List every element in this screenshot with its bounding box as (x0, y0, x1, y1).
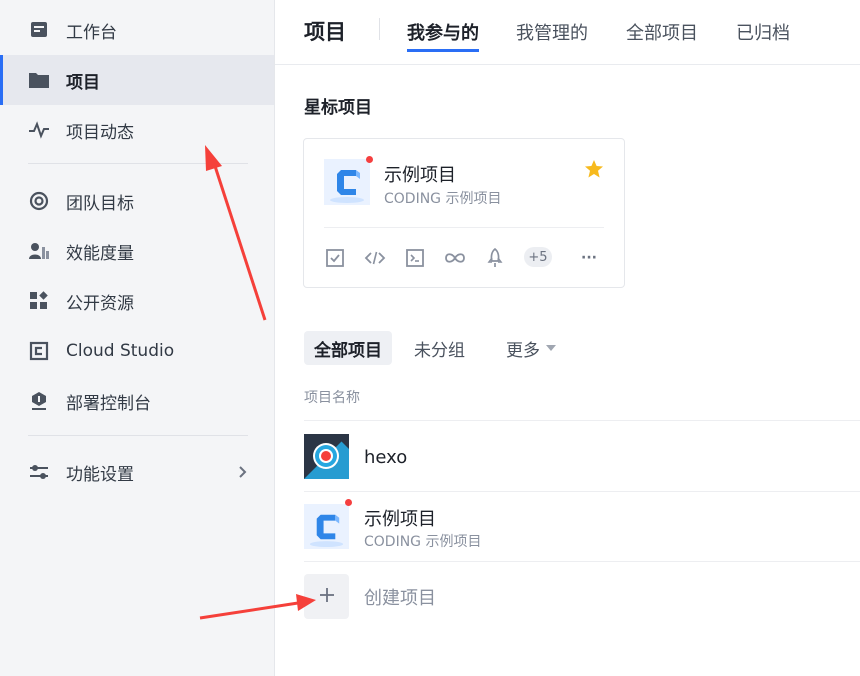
tab-all-projects[interactable]: 全部项目 (626, 19, 698, 45)
project-name[interactable]: 示例项目 (384, 161, 456, 187)
tab-participating[interactable]: 我参与的 (407, 19, 479, 52)
card-divider (324, 227, 604, 228)
table-divider (304, 491, 860, 492)
starred-project-card[interactable]: 示例项目 CODING 示例项目 +5 ··· (303, 138, 625, 288)
folder-icon (28, 69, 50, 91)
people-chart-icon (28, 240, 50, 262)
project-name[interactable]: hexo (364, 447, 407, 468)
project-description: CODING 示例项目 (364, 534, 482, 550)
sidebar-item-cloud-studio[interactable]: Cloud Studio (0, 326, 274, 376)
chevron-right-icon (238, 464, 248, 483)
sidebar-item-projects[interactable]: 项目 (0, 55, 274, 105)
more-tools-badge[interactable]: +5 (524, 247, 552, 267)
group-tab-more-label: 更多 (506, 340, 540, 361)
sidebar-item-label: 项目动态 (66, 122, 134, 143)
resources-icon (28, 290, 50, 312)
sidebar-item-metrics[interactable]: 效能度量 (0, 226, 274, 276)
sidebar-item-label: 部署控制台 (66, 393, 151, 414)
table-divider (304, 561, 860, 562)
project-logo-icon (304, 504, 349, 549)
tab-managed[interactable]: 我管理的 (516, 19, 588, 45)
code-icon[interactable] (364, 247, 386, 269)
sidebar-item-label: 团队目标 (66, 193, 134, 214)
page-title: 项目 (304, 20, 346, 44)
sidebar-divider (28, 163, 248, 164)
task-check-icon[interactable] (324, 247, 346, 269)
group-tab-all[interactable]: 全部项目 (304, 331, 392, 365)
sidebar-item-label: 工作台 (66, 22, 117, 43)
target-icon (28, 190, 50, 212)
unread-dot (345, 499, 352, 506)
sidebar-item-deploy-console[interactable]: 部署控制台 (0, 376, 274, 426)
sidebar-item-workbench[interactable]: 工作台 (0, 5, 274, 55)
column-header-project-name: 项目名称 (304, 390, 360, 406)
sidebar-item-label: 项目 (66, 72, 100, 93)
cloud-studio-icon (28, 340, 50, 362)
project-logo-icon (324, 159, 370, 205)
table-divider (304, 420, 860, 421)
deploy-icon (28, 390, 50, 412)
hexo-logo-icon (304, 434, 349, 479)
more-options-icon[interactable]: ··· (578, 247, 600, 269)
create-project-label[interactable]: 创建项目 (364, 584, 436, 610)
group-tab-ungrouped[interactable]: 未分组 (404, 331, 475, 365)
sidebar-item-public-resources[interactable]: 公开资源 (0, 276, 274, 326)
dashboard-icon (28, 19, 50, 41)
create-project-button[interactable] (304, 574, 349, 619)
project-description: CODING 示例项目 (384, 191, 502, 207)
sidebar-item-label: 公开资源 (66, 293, 134, 314)
star-icon[interactable] (584, 159, 604, 183)
terminal-icon[interactable] (404, 247, 426, 269)
activity-icon (28, 119, 50, 141)
tab-archived[interactable]: 已归档 (736, 19, 790, 45)
sidebar-item-label: Cloud Studio (66, 341, 175, 361)
sidebar-item-project-activity[interactable]: 项目动态 (0, 105, 274, 155)
caret-down-icon (546, 345, 556, 351)
rocket-icon[interactable] (484, 247, 506, 269)
page-header: 项目 我参与的 我管理的 全部项目 已归档 (275, 0, 860, 65)
sidebar-divider (28, 435, 248, 436)
plus-icon (319, 587, 335, 607)
infinity-icon[interactable] (444, 247, 466, 269)
header-divider (379, 18, 380, 40)
sidebar-item-feature-settings[interactable]: 功能设置 (0, 447, 274, 497)
sidebar: 工作台 项目 项目动态 团队目标 效能度量 公开资源 Cloud Studio … (0, 0, 275, 676)
sidebar-item-team-goals[interactable]: 团队目标 (0, 176, 274, 226)
sidebar-item-label: 效能度量 (66, 243, 134, 264)
group-tab-more[interactable]: 更多 (496, 331, 566, 365)
settings-sliders-icon (28, 461, 50, 483)
unread-dot (366, 156, 373, 163)
starred-section-title: 星标项目 (304, 98, 372, 118)
sidebar-item-label: 功能设置 (66, 464, 134, 485)
project-name[interactable]: 示例项目 (364, 505, 436, 531)
